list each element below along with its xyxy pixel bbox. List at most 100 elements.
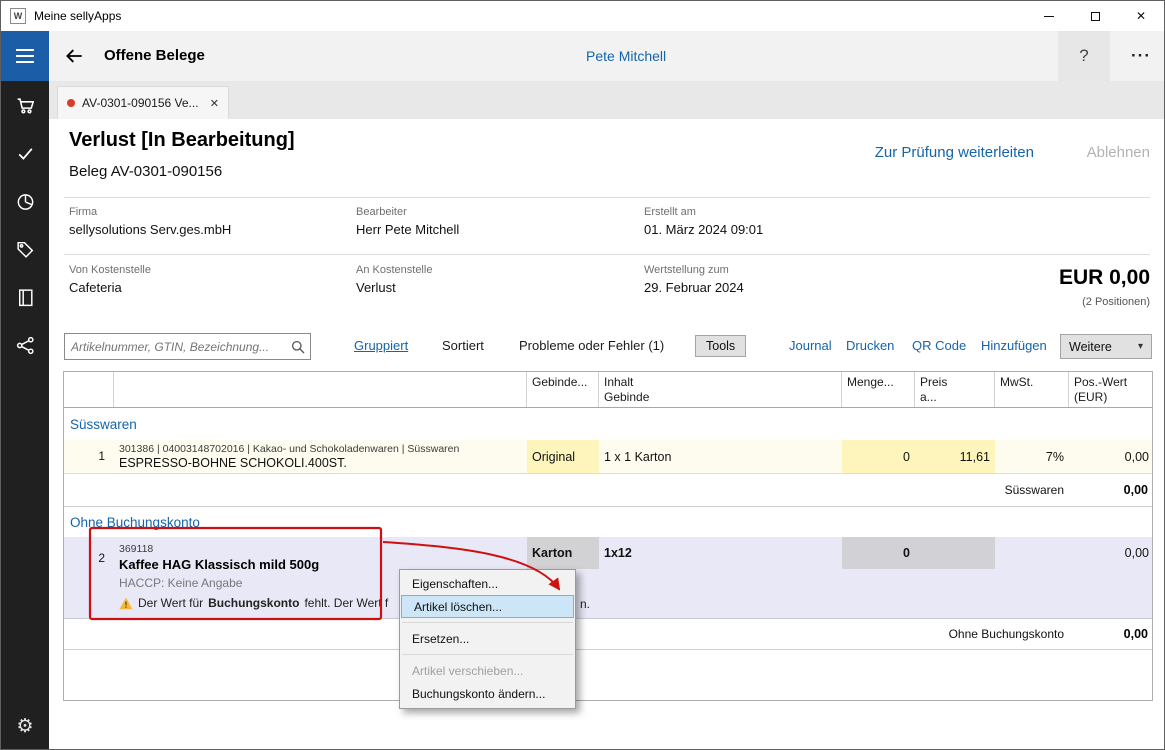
hamburger-icon (16, 49, 34, 51)
subtotal-ohne-buchungskonto: Ohne Buchungskonto 0,00 (64, 619, 1152, 650)
current-user[interactable]: Pete Mitchell (586, 48, 666, 64)
article-description: 301386 | 04003148702016 | Kakao- und Sch… (114, 440, 527, 473)
positions-table: Gebinde... Inhalt Gebinde Menge... Preis… (63, 371, 1153, 701)
chevron-down-icon: ▾ (1138, 341, 1143, 352)
field-row-1: Firma sellysolutions Serv.ges.mbH Bearbe… (64, 197, 1150, 254)
reject-button[interactable]: Ablehnen (1087, 144, 1150, 161)
menu-item-buchungskonto-aendern[interactable]: Buchungskonto ändern... (400, 682, 575, 705)
article-search (64, 333, 311, 360)
sidebar-item-share[interactable] (1, 321, 49, 369)
field-erstellt-am: Erstellt am 01. März 2024 09:01 (644, 197, 763, 237)
grouped-toggle[interactable]: Gruppiert (354, 338, 408, 353)
unsaved-dot (67, 99, 75, 107)
gebinde-cell[interactable]: Original (527, 440, 599, 473)
minimize-icon (1044, 16, 1054, 17)
sidebar-item-journal[interactable] (1, 273, 49, 321)
hamburger-menu-button[interactable] (1, 31, 49, 81)
forward-for-review-button[interactable]: Zur Prüfung weiterleiten (875, 144, 1034, 161)
sidebar-item-prices[interactable] (1, 225, 49, 273)
tab-close-icon[interactable]: ✕ (210, 97, 219, 110)
app-icon: W (10, 8, 26, 24)
col-gebinde: Gebinde... (527, 372, 599, 407)
tab-document[interactable]: AV-0301-090156 Ve... ✕ (57, 86, 229, 119)
close-icon: ✕ (1136, 9, 1146, 23)
tools-button[interactable]: Tools (695, 335, 746, 357)
window-title: Meine sellyApps (34, 9, 121, 23)
search-button[interactable] (286, 340, 310, 354)
table-row[interactable]: 1 301386 | 04003148702016 | Kakao- und S… (64, 440, 1152, 474)
minimize-button[interactable] (1026, 1, 1072, 31)
tab-strip: AV-0301-090156 Ve... ✕ (49, 81, 1164, 119)
col-pos-wert: Pos.-Wert (EUR) (1069, 372, 1154, 407)
col-menge: Menge... (842, 372, 915, 407)
pos-wert-cell: 0,00 (1069, 537, 1154, 618)
check-icon (15, 143, 36, 164)
menu-item-artikel-verschieben: Artikel verschieben... (400, 659, 575, 682)
sidebar-item-tasks[interactable] (1, 129, 49, 177)
help-icon: ? (1079, 46, 1088, 66)
field-row-2: Von Kostenstelle Cafeteria An Kostenstel… (64, 255, 1150, 312)
back-button[interactable] (59, 43, 89, 69)
preis-cell[interactable]: 11,61 (915, 440, 995, 473)
menu-separator (402, 622, 573, 623)
journal-link[interactable]: Journal (789, 338, 832, 353)
help-button[interactable]: ? (1058, 31, 1110, 81)
app-header: Offene Belege Pete Mitchell ? ··· (1, 31, 1164, 81)
add-link[interactable]: Hinzufügen (981, 338, 1047, 353)
search-input[interactable] (65, 340, 286, 354)
maximize-button[interactable] (1072, 1, 1118, 31)
table-header: Gebinde... Inhalt Gebinde Menge... Preis… (64, 372, 1152, 408)
problems-filter[interactable]: Probleme oder Fehler (1) (519, 338, 664, 353)
row-number: 2 (64, 537, 114, 618)
menge-cell[interactable]: 0 (842, 440, 915, 473)
cart-icon (15, 95, 36, 116)
subtotal-suesswaren: Süsswaren 0,00 (64, 474, 1152, 507)
row-number: 1 (64, 440, 114, 473)
sidebar: ⚙ (1, 81, 49, 749)
menge-cell[interactable]: 0 (842, 537, 995, 618)
search-icon (291, 340, 305, 354)
tab-label: AV-0301-090156 Ve... (82, 96, 203, 110)
col-preis: Preis a... (915, 372, 995, 407)
menu-item-ersetzen[interactable]: Ersetzen... (400, 627, 575, 650)
journal-icon (15, 287, 36, 308)
inhalt-cell: 1x12 (599, 537, 842, 618)
page-title: Offene Belege (104, 47, 205, 64)
document-number: Beleg AV-0301-090156 (69, 163, 222, 180)
maximize-icon (1091, 12, 1100, 21)
menu-item-artikel-loeschen[interactable]: Artikel löschen... (401, 595, 574, 618)
warning-text-fragment: n. (580, 597, 590, 611)
settings-button[interactable]: ⚙ (1, 703, 49, 749)
positions-count: (2 Positionen) (1082, 296, 1150, 308)
pie-chart-icon (15, 191, 36, 212)
back-arrow-icon (63, 45, 85, 67)
close-button[interactable]: ✕ (1118, 1, 1164, 31)
titlebar: W Meine sellyApps ✕ (1, 1, 1164, 31)
qr-code-link[interactable]: QR Code (912, 338, 966, 353)
price-tag-icon (15, 239, 36, 260)
mwst-cell (995, 537, 1069, 618)
field-von-kostenstelle: Von Kostenstelle Cafeteria (69, 255, 151, 295)
menu-separator (402, 654, 573, 655)
sidebar-item-cart[interactable] (1, 81, 49, 129)
field-an-kostenstelle: An Kostenstelle Verlust (356, 255, 432, 295)
menu-item-eigenschaften[interactable]: Eigenschaften... (400, 572, 575, 595)
pos-wert-cell: 0,00 (1069, 440, 1154, 473)
document-total: EUR 0,00 (1059, 266, 1150, 290)
app-window: W Meine sellyApps ✕ Offene Belege Pete M… (0, 0, 1165, 750)
group-header-suesswaren: Süsswaren (64, 408, 1152, 440)
more-options-button[interactable]: ··· (1117, 31, 1165, 81)
warning-icon (119, 597, 133, 610)
share-icon (15, 335, 36, 356)
more-icon: ··· (1131, 46, 1151, 66)
field-wertstellung: Wertstellung zum 29. Februar 2024 (644, 255, 744, 295)
print-link[interactable]: Drucken (846, 338, 894, 353)
sidebar-item-statistics[interactable] (1, 177, 49, 225)
sorted-toggle[interactable]: Sortiert (442, 338, 484, 353)
table-row[interactable]: 2 369118 Kaffee HAG Klassisch mild 500g … (64, 537, 1152, 619)
col-inhalt-gebinde: Inhalt Gebinde (599, 372, 842, 407)
mwst-cell: 7% (995, 440, 1069, 473)
document-view: Verlust [In Bearbeitung] Zur Prüfung wei… (49, 119, 1164, 749)
more-dropdown-button[interactable]: Weitere ▾ (1060, 334, 1152, 359)
inhalt-cell: 1 x 1 Karton (599, 440, 842, 473)
